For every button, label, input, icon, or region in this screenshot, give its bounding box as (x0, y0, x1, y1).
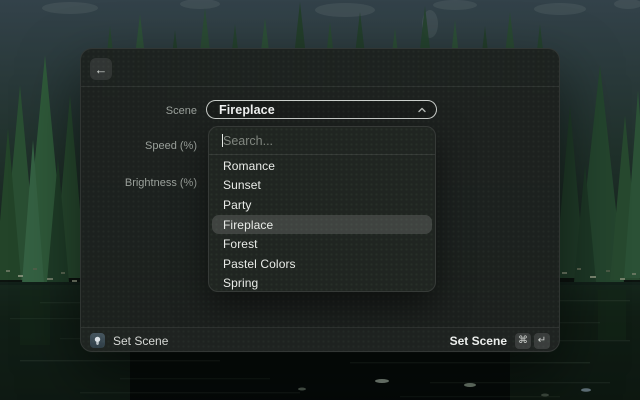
dropdown-options: Romance Sunset Party Fireplace Forest Pa… (209, 155, 435, 292)
scene-select-value: Fireplace (219, 103, 417, 117)
option-party[interactable]: Party (212, 195, 432, 215)
dropdown-search-row (209, 127, 435, 154)
lightbulb-icon (90, 333, 105, 348)
text-caret (222, 134, 223, 147)
scene-dropdown-panel: Romance Sunset Party Fireplace Forest Pa… (208, 126, 436, 292)
back-button[interactable]: ← (90, 58, 112, 80)
speed-label: Speed (%) (81, 139, 197, 153)
chevron-up-icon (417, 105, 427, 115)
scene-select[interactable]: Fireplace (206, 100, 437, 119)
option-forest[interactable]: Forest (212, 234, 432, 254)
enter-key[interactable]: ↵ (534, 333, 550, 349)
dropdown-search-input[interactable] (209, 127, 435, 154)
option-spring[interactable]: Spring (212, 274, 432, 292)
option-fireplace[interactable]: Fireplace (212, 215, 432, 235)
back-arrow-icon: ← (95, 62, 108, 77)
option-pastel-colors[interactable]: Pastel Colors (212, 254, 432, 274)
option-romance[interactable]: Romance (212, 156, 432, 176)
action-bar: Set Scene Set Scene ⌘ ↵ (81, 327, 559, 353)
screen: ← Scene Speed (%) Brightness (%) Firepla… (0, 0, 640, 400)
command-dialog: ← Scene Speed (%) Brightness (%) Firepla… (80, 48, 560, 352)
cmd-key[interactable]: ⌘ (515, 333, 531, 349)
primary-action-label[interactable]: Set Scene (450, 334, 507, 348)
scene-label: Scene (81, 104, 197, 118)
extension-title: Set Scene (113, 334, 168, 348)
option-sunset[interactable]: Sunset (212, 176, 432, 196)
brightness-label: Brightness (%) (81, 176, 197, 190)
header-divider (81, 86, 559, 87)
